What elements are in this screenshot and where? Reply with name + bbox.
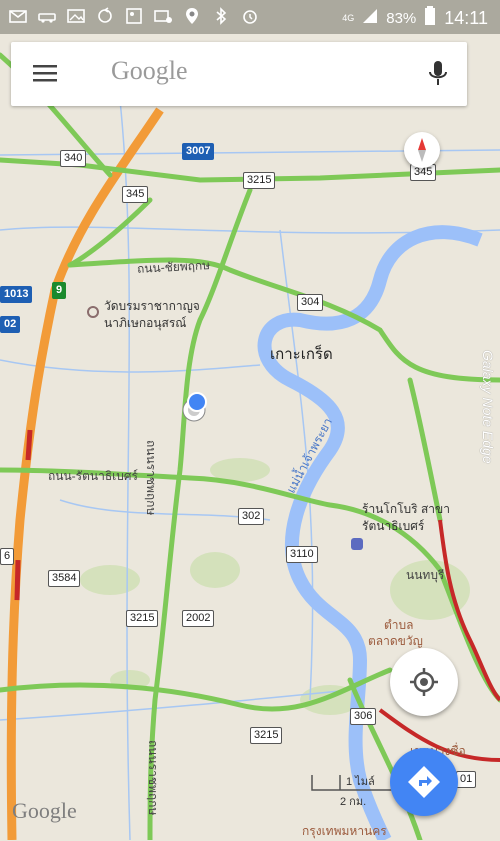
road-shield-3584: 3584 [48, 570, 81, 587]
bluetooth-icon [211, 6, 231, 26]
picture-icon [66, 6, 86, 26]
signal-icon [362, 8, 378, 28]
road-shield-1013: 1013 [0, 286, 33, 303]
car-icon [37, 6, 57, 26]
google-search-logo[interactable]: Google [111, 56, 188, 86]
temple-label-line2: นาภิเษกอนุสรณ์ [104, 316, 187, 330]
chao-phraya-label: แม่น้ำเจ้าพระยา [283, 415, 336, 496]
mail-alert-icon [153, 6, 173, 26]
sync-icon [95, 6, 115, 26]
scale-miles-label: 1 ไมล์ [346, 776, 375, 788]
my-location-button[interactable] [390, 648, 458, 716]
directions-icon [408, 766, 440, 798]
road-shield-2002: 2002 [182, 610, 215, 627]
road-shield-02: 02 [0, 316, 21, 333]
road-shield-3215-c: 3215 [250, 727, 283, 744]
rattanathibet-road-label: ถนน-รัตนาธิเบศร์ [48, 469, 138, 483]
microphone-icon[interactable] [427, 59, 449, 89]
road-shield-3215-b: 3215 [126, 610, 159, 627]
compass-icon[interactable] [404, 132, 440, 168]
status-bar: 4G 83% 14:11 [0, 0, 500, 34]
battery-icon [424, 6, 436, 30]
my-location-icon [410, 668, 438, 696]
current-location-pin[interactable] [180, 390, 212, 424]
road-shield-302: 302 [238, 508, 265, 525]
image-icon [124, 6, 144, 26]
notification-icons [8, 6, 260, 26]
store-label-line2: รัตนาธิเบศร์ [362, 519, 425, 533]
network-type: 4G [342, 13, 355, 23]
road-shield-306: 306 [350, 708, 377, 725]
battery-percent: 83% [386, 9, 417, 27]
clock: 14:11 [444, 7, 488, 28]
road-shield-345: 345 [122, 186, 149, 203]
directions-button[interactable] [390, 748, 458, 816]
road-shield-3007: 3007 [182, 143, 215, 160]
road-shield-304: 304 [297, 294, 324, 311]
road-shield-6: 6 [0, 548, 15, 565]
ko-kret-label: เกาะเกร็ด [270, 346, 333, 363]
hamburger-menu-icon[interactable] [33, 62, 59, 86]
road-shield-01: 01 [456, 771, 477, 788]
ratchaphruek-road-label-2: ถนนราชพฤกษ [146, 740, 160, 816]
road-shield-340: 340 [60, 150, 87, 167]
krungthep-label: กรุงเทพมหานคร [302, 824, 387, 838]
road-shield-3110: 3110 [286, 546, 318, 563]
mail-icon [8, 6, 28, 26]
search-bar[interactable]: Google [11, 42, 467, 106]
device-watermark: Galaxy Note Edge [480, 350, 496, 464]
google-logo: Google [12, 798, 77, 823]
chaiyaphruek-road-label: ถนน-ชัยพฤกษ [136, 258, 211, 276]
road-shield-3215-a: 3215 [243, 172, 276, 189]
scale-km-label: 2 กม. [340, 796, 367, 808]
location-icon [182, 6, 202, 26]
ratchaphruek-road-label: ถนนราชพฤกษ [144, 440, 158, 516]
status-right: 4G 83% 14:11 [342, 6, 488, 30]
road-shield-9: 9 [52, 282, 67, 299]
nonthaburi-label: นนทบุรี [406, 568, 445, 582]
alarm-icon [240, 6, 260, 26]
